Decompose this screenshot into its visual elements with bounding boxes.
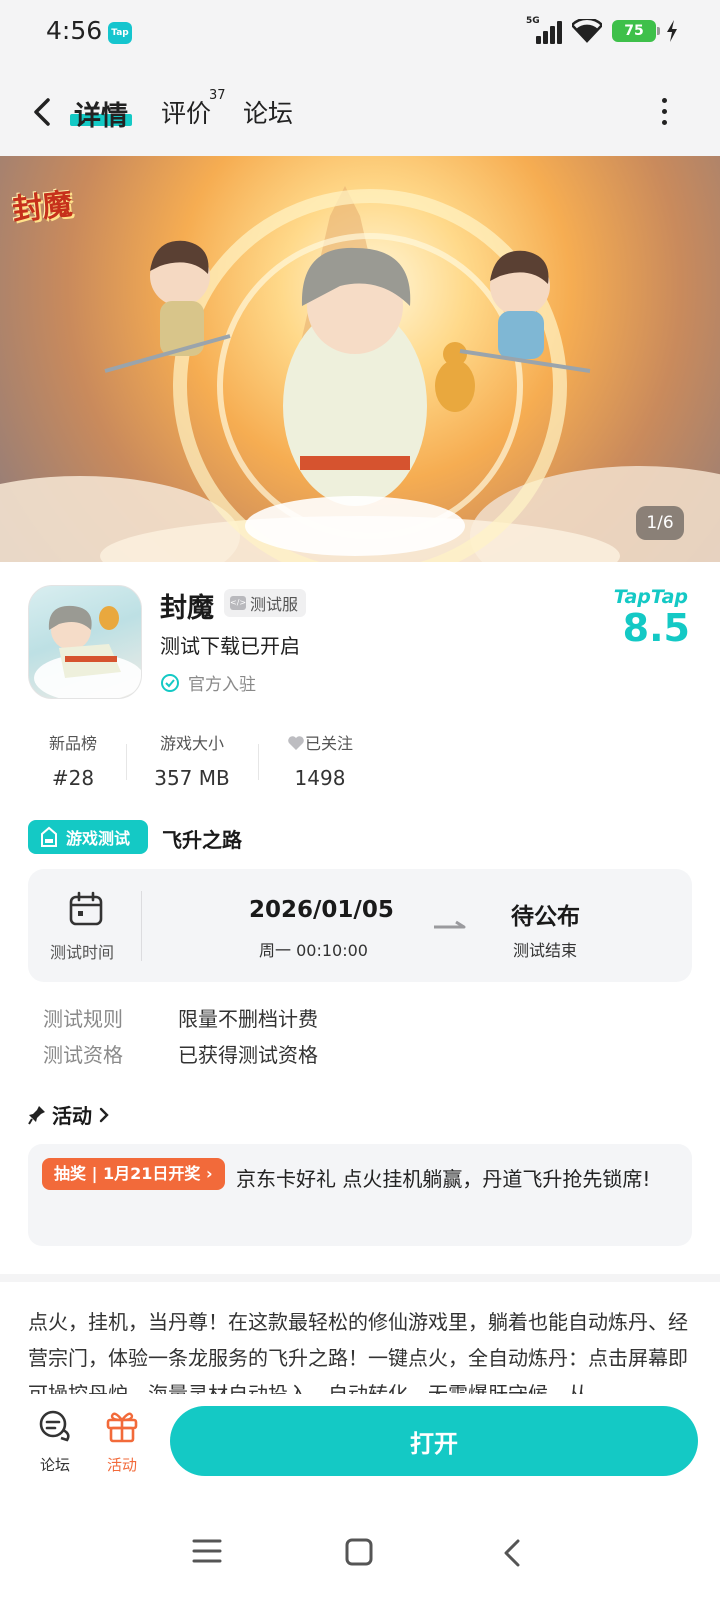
app-icon (28, 585, 142, 699)
system-nav-bar (0, 1494, 720, 1601)
menu-icon[interactable] (192, 1538, 222, 1564)
test-title: 飞升之路 (162, 828, 242, 852)
system-back-icon[interactable] (502, 1538, 522, 1568)
test-icon (41, 826, 57, 847)
stat-followed[interactable]: 已关注 1498 (280, 730, 360, 790)
game-description[interactable]: 点火，挂机，当丹尊！在这款最轻松的修仙游戏里，躺着也能自动炼丹、经营宗门，体验一… (28, 1304, 692, 1394)
battery-icon: 75 (612, 20, 660, 42)
test-start-time: 周一 00:10:00 (259, 941, 368, 960)
activity-button[interactable]: 活动 (92, 1408, 152, 1475)
test-time-card: 测试时间 2026/01/05 周一 00:10:00 待公布 测试结束 (28, 869, 692, 982)
open-button[interactable]: 打开 (170, 1406, 698, 1476)
back-arrow-icon[interactable] (26, 92, 58, 132)
signal-icon: 5G (526, 16, 562, 44)
game-logo: 封魔 (10, 186, 75, 229)
wifi-icon (572, 19, 602, 43)
chevron-right-icon (99, 1107, 109, 1122)
charging-icon (667, 20, 677, 42)
section-divider (0, 1274, 720, 1282)
gift-icon (106, 1412, 138, 1443)
test-qualification-value: 已获得测试资格 (178, 1043, 318, 1067)
taptap-notification-icon: Tap (108, 22, 132, 44)
test-rule-value: 限量不删档计费 (178, 1007, 318, 1031)
code-icon: </> (230, 596, 246, 610)
pin-icon (28, 1105, 45, 1125)
reviews-count: 37 (209, 88, 226, 103)
test-server-badge: </> 测试服 (224, 589, 307, 617)
stat-divider (126, 744, 127, 780)
hero-banner[interactable]: 封魔 (0, 156, 720, 562)
test-end-value: 待公布 (511, 904, 580, 930)
bottom-action-bar: 论坛 活动 打开 (0, 1394, 720, 1494)
status-time: 4:56 (46, 16, 103, 45)
stat-divider (258, 744, 259, 780)
calendar-icon (69, 891, 103, 926)
image-counter: 1/6 (636, 506, 684, 540)
lottery-badge[interactable]: 抽奖 | 1月21日开奖 › (42, 1158, 225, 1190)
heart-icon (288, 736, 304, 750)
verified-check-icon (161, 673, 179, 692)
test-rule-label: 测试规则 (43, 1007, 123, 1031)
stat-game-size: 游戏大小 357 MB (154, 734, 230, 790)
nav-header: 详情 评价 37 论坛 (0, 68, 720, 156)
tab-forum[interactable]: 论坛 (243, 94, 293, 130)
forum-button[interactable]: 论坛 (25, 1408, 85, 1475)
test-qualification-label: 测试资格 (43, 1043, 123, 1067)
arrow-right-icon (434, 920, 466, 929)
stat-new-rank[interactable]: 新品榜 #28 (42, 730, 104, 790)
more-options-icon[interactable] (660, 98, 668, 128)
test-time-label: 测试时间 (50, 943, 115, 962)
hero-artwork (0, 186, 720, 562)
app-name: 封魔 (160, 593, 214, 624)
forum-icon (39, 1410, 70, 1442)
taptap-logo: TapTap (613, 586, 688, 608)
activity-card[interactable]: 京东卡好礼 点火挂机躺赢，丹道飞升抢先锁席! 抽奖 | 1月21日开奖 › (28, 1144, 692, 1246)
tab-details[interactable]: 详情 (74, 94, 128, 133)
rating-score[interactable]: 8.5 (623, 606, 690, 650)
activity-header[interactable]: 活动 (28, 1100, 110, 1129)
official-label: 官方入驻 (160, 670, 256, 695)
status-bar: 4:56 Tap 5G 75 (0, 0, 720, 68)
test-start-date: 2026/01/05 (249, 897, 394, 923)
game-test-tag: 游戏测试 (28, 820, 148, 854)
test-end-label: 测试结束 (513, 941, 578, 960)
tab-reviews[interactable]: 评价 (161, 94, 211, 130)
card-divider (141, 891, 142, 961)
app-subtitle: 测试下载已开启 (160, 634, 300, 658)
home-icon[interactable] (345, 1538, 373, 1566)
